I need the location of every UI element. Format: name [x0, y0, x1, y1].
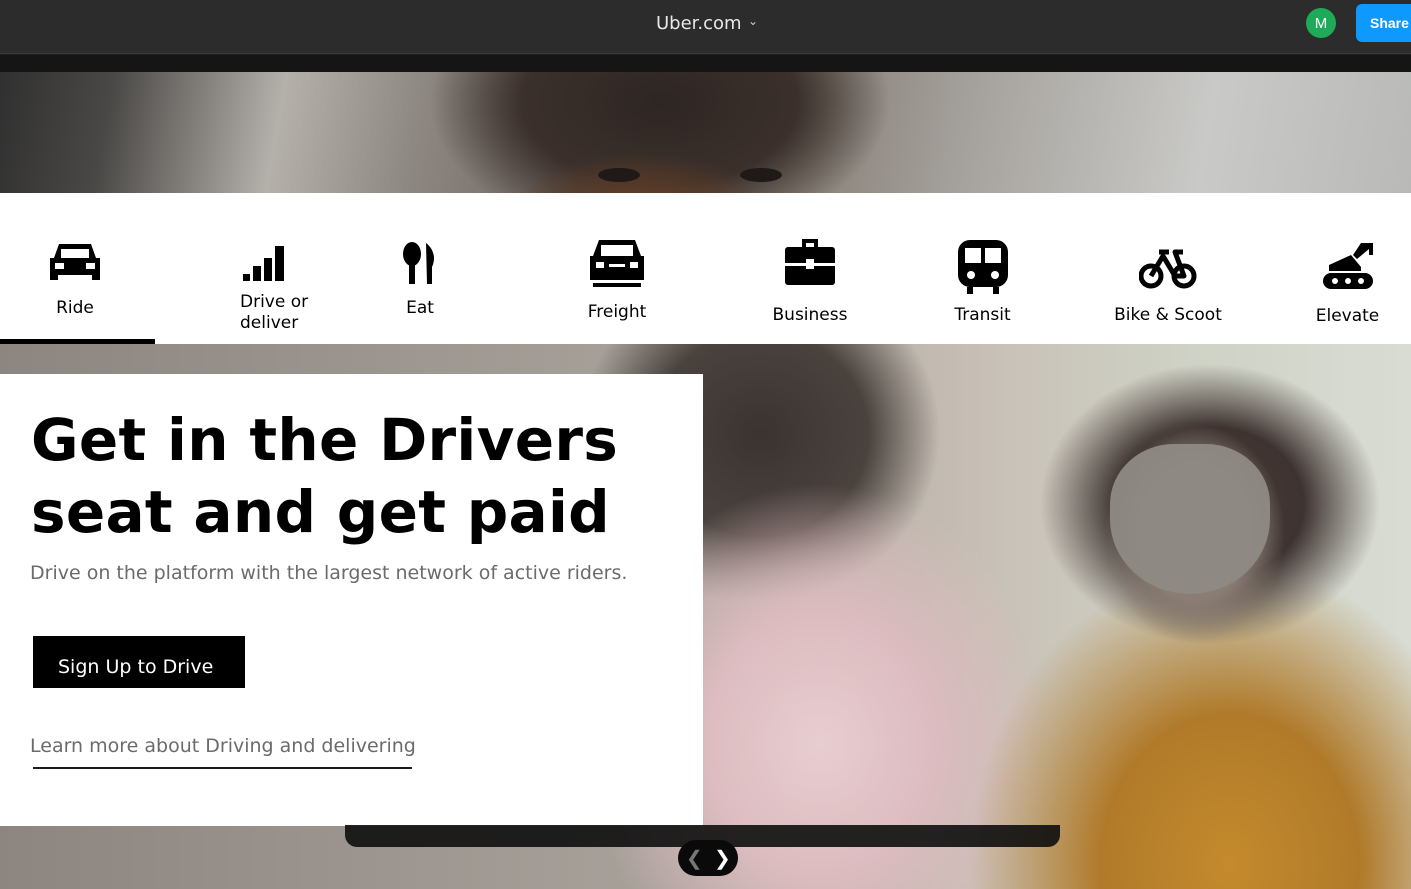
- chevron-down-icon[interactable]: ⌄: [748, 14, 758, 28]
- utensils-icon: [403, 242, 434, 284]
- frame-divider: [0, 55, 1411, 72]
- bicycle-icon: [1139, 249, 1197, 289]
- share-button[interactable]: Share: [1356, 4, 1411, 42]
- nav-item-elevate[interactable]: Elevate: [1305, 193, 1390, 344]
- aircraft-icon: [1322, 243, 1373, 289]
- link-underline: [33, 767, 412, 769]
- photo-eye: [598, 168, 640, 182]
- nav-item-label: Ride: [56, 298, 94, 318]
- hero-card: Get in the Drivers seat and get paid Dri…: [0, 374, 703, 826]
- product-nav: Ride Drive or deliver Eat Freight Busine…: [0, 193, 1411, 344]
- hero-headline: Get in the Drivers seat and get paid: [31, 404, 618, 548]
- car-icon: [50, 244, 100, 280]
- nav-label-line: Drive or: [240, 292, 309, 312]
- app-top-bar: Uber.com ⌄ M Share: [0, 0, 1411, 54]
- train-icon: [957, 240, 1008, 294]
- header-photo: [0, 72, 1411, 193]
- nav-item-transit[interactable]: Transit: [945, 193, 1020, 344]
- nav-item-drive-or-deliver[interactable]: Drive or deliver: [218, 193, 318, 344]
- chevron-right-icon[interactable]: ❯: [714, 846, 731, 871]
- briefcase-icon: [785, 239, 835, 285]
- hero-subtext: Drive on the platform with the largest n…: [30, 562, 628, 584]
- nav-item-label: Freight: [587, 302, 647, 322]
- carousel-pager: ❮ ❯: [678, 840, 738, 876]
- nav-item-label: Drive or deliver: [240, 292, 318, 334]
- nav-item-label: Eat: [406, 298, 434, 318]
- truck-icon: [590, 240, 644, 287]
- nav-item-freight[interactable]: Freight: [572, 193, 662, 344]
- nav-item-bike-scoot[interactable]: Bike & Scoot: [1108, 193, 1228, 344]
- signal-bars-icon: [243, 246, 284, 281]
- chevron-left-icon[interactable]: ❮: [686, 846, 703, 871]
- learn-more-link[interactable]: Learn more about Driving and delivering: [30, 735, 416, 757]
- nav-item-label: Bike & Scoot: [1114, 305, 1222, 325]
- photo-eye: [740, 168, 782, 182]
- headline-line: Get in the Drivers: [31, 406, 619, 474]
- nav-item-ride[interactable]: Ride: [0, 193, 150, 344]
- design-canvas: Ride Drive or deliver Eat Freight Busine…: [0, 72, 1411, 889]
- nav-item-business[interactable]: Business: [760, 193, 860, 344]
- nav-item-label: Elevate: [1315, 306, 1380, 326]
- headline-line: seat and get paid: [31, 478, 610, 546]
- nav-item-eat[interactable]: Eat: [385, 193, 455, 344]
- nav-item-label: Business: [772, 305, 848, 325]
- nav-label-line: deliver: [240, 313, 299, 333]
- avatar[interactable]: M: [1306, 8, 1336, 38]
- nav-item-label: Transit: [954, 305, 1011, 325]
- face-mask-shape: [1110, 444, 1270, 594]
- sign-up-to-drive-button[interactable]: Sign Up to Drive: [33, 636, 245, 688]
- page-title[interactable]: Uber.com: [656, 13, 742, 34]
